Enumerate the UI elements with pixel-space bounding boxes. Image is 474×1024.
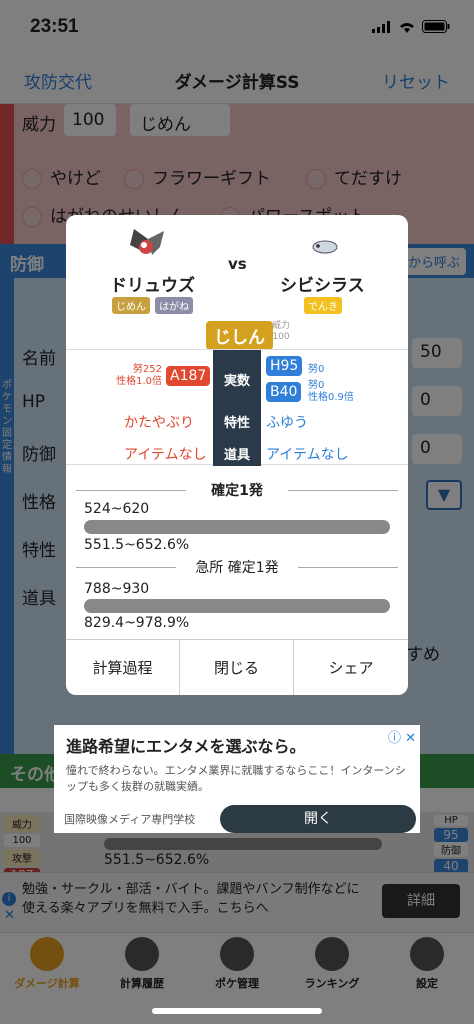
normal-damage-bar xyxy=(84,520,390,534)
result-modal: ドリュウズ vs シビシラス じめん はがね でんき じしん 威力 100 実数… xyxy=(66,215,408,695)
defender-types: でんき xyxy=(304,295,342,314)
atk-stat-chip: A187 xyxy=(166,366,211,386)
def-item: アイテムなし xyxy=(266,447,349,463)
stat-grid: 実数 特性 道具 努252 性格1.0倍 A187 H95 努0 B40 努0 … xyxy=(66,349,408,466)
atk-nature-note: 性格1.0倍 xyxy=(116,376,162,387)
attacker-name: ドリュウズ xyxy=(110,276,195,296)
hp-stat-chip: H95 xyxy=(266,356,303,376)
type-badge: はがね xyxy=(155,297,194,314)
stat-label: 特性 xyxy=(223,416,250,431)
ad-school: 国際映像メディア専門学校 xyxy=(64,813,196,826)
hp-ev-note: 努0 xyxy=(308,364,325,375)
def-note: 努0 性格0.9倍 xyxy=(308,380,354,404)
normal-result-title: 確定1発 xyxy=(211,483,263,499)
crit-damage-bar xyxy=(84,599,390,613)
crit-result-title: 急所 確定1発 xyxy=(195,560,279,576)
calc-process-button[interactable]: 計算過程 xyxy=(66,640,180,695)
ad-banner[interactable]: ⓘ ✕ 進路希望にエンタメを選ぶなら。 憧れで終わらない。エンタメ業界に就職する… xyxy=(54,725,420,833)
ad-description: 憧れで終わらない。エンタメ業界に就職するならここ！インターンシップも多く抜群の就… xyxy=(66,764,406,793)
ad-title: 進路希望にエンタメを選ぶなら。 xyxy=(66,737,306,756)
share-button[interactable]: シェア xyxy=(294,640,408,695)
attacker-types: じめん はがね xyxy=(112,295,194,314)
normal-range: 524~620 xyxy=(84,501,150,517)
def-ability: ふゆう xyxy=(266,415,308,431)
crit-percent: 829.4~978.9% xyxy=(84,615,190,631)
atk-item: アイテムなし xyxy=(124,447,207,463)
defender-sprite xyxy=(312,240,338,254)
normal-percent: 551.5~652.6% xyxy=(84,537,190,553)
ad-open-button[interactable]: 開く xyxy=(220,805,416,833)
move-name: じしん xyxy=(206,321,273,350)
move-power: 威力 100 xyxy=(272,321,290,343)
stat-label: 実数 xyxy=(223,374,250,389)
vs-label: vs xyxy=(228,255,247,273)
home-indicator xyxy=(152,1008,322,1014)
ad-banner-icons[interactable]: ⓘ ✕ xyxy=(388,727,416,746)
def-ev-note: 努0 xyxy=(308,380,325,391)
defender-name: シビシラス xyxy=(280,276,365,296)
attacker-sprite xyxy=(130,229,164,255)
crit-range: 788~930 xyxy=(84,581,150,597)
close-button[interactable]: 閉じる xyxy=(180,640,294,695)
def-stat-chip: B40 xyxy=(266,382,302,402)
type-badge: でんき xyxy=(304,297,342,314)
move-power-value: 100 xyxy=(272,332,290,342)
stat-mid-column: 実数 特性 道具 xyxy=(213,350,261,466)
atk-ev-note: 努252 xyxy=(132,364,162,375)
def-nature-note: 性格0.9倍 xyxy=(308,392,354,403)
type-badge: じめん xyxy=(112,297,150,314)
atk-ability: かたやぶり xyxy=(124,415,194,431)
stat-label: 道具 xyxy=(223,448,250,463)
move-power-label: 威力 xyxy=(272,321,291,331)
atk-note: 努252 性格1.0倍 xyxy=(116,364,162,388)
modal-footer: 計算過程 閉じる シェア xyxy=(66,639,408,695)
